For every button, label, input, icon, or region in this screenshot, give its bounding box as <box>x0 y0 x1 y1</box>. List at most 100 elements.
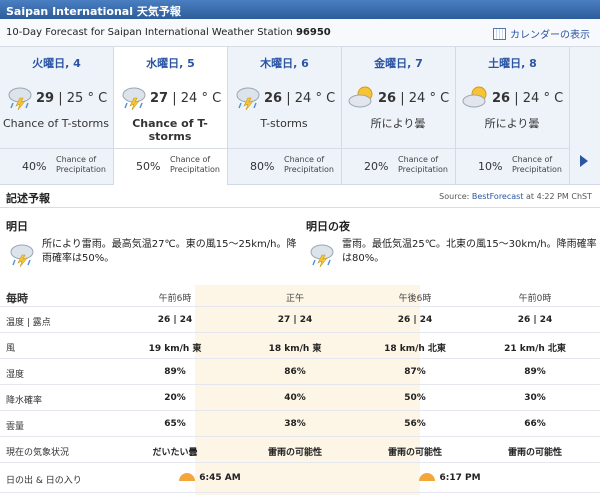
narrative-day-text: 所により雷雨。最高気温27℃。東の風15〜25km/h。降雨確率は50%。 <box>42 239 297 264</box>
day-name: 金曜日, 7 <box>374 57 423 70</box>
narrative-day-title: 明日 <box>6 220 28 233</box>
narrative-header: 記述予報 Source: BestForecast at 4:22 PM ChS… <box>0 185 600 208</box>
table-cell: 27 | 24 <box>277 315 313 325</box>
calendar-link[interactable]: カレンダーの表示 <box>493 26 590 41</box>
table-cell: 30% <box>524 393 546 403</box>
day-name: 土曜日, 8 <box>488 57 537 70</box>
table-cell: 50% <box>404 393 426 403</box>
next-days-arrow-icon[interactable] <box>580 155 588 167</box>
day-condition: Chance of T-storms <box>132 117 208 143</box>
narrative-night-title: 明日の夜 <box>306 220 350 233</box>
divider <box>342 148 455 149</box>
subtitle-text: 10-Day Forecast for Saipan International… <box>6 27 293 38</box>
sunset-value: 6:17 PM <box>390 473 510 483</box>
source-link[interactable]: BestForecast <box>472 192 524 201</box>
precip-percent: 10% <box>478 160 503 173</box>
table-cell: 65% <box>164 419 186 429</box>
table-row: 現在の気象状況 だいたい曇 雷雨の可能性 雷雨の可能性 雷雨の可能性 <box>0 437 600 463</box>
table-cell: 19 km/h 東 <box>148 344 202 354</box>
hourly-header-row: 毎時 午前6時 正午 午後6時 午前0時 <box>0 285 600 307</box>
table-cell: 雷雨の可能性 <box>387 448 442 458</box>
day-tab-2[interactable]: 木曜日, 6 26 | 24 ° C T-storms 80% Chance o… <box>228 47 342 185</box>
day-condition: T-storms <box>260 117 308 130</box>
day-temps: 26 | 24 ° C <box>264 91 336 106</box>
thunderstorm-icon <box>310 244 334 268</box>
time-label: 午前0時 <box>518 294 552 304</box>
table-row: 温度 | 露点 26 | 24 27 | 24 26 | 24 26 | 24 <box>0 307 600 333</box>
day-tab-0[interactable]: 火曜日, 4 29 | 25 ° C Chance of T-storms 40… <box>0 47 114 185</box>
divider <box>228 148 341 149</box>
day-tab-1[interactable]: 水曜日, 5 27 | 24 ° C Chance of T-storms 50… <box>114 47 228 185</box>
narrative-heading: 記述予報 <box>6 192 50 205</box>
day-name: 木曜日, 6 <box>260 57 309 70</box>
calendar-icon <box>493 28 506 40</box>
row-label: 温度 | 露点 <box>6 318 51 328</box>
divider <box>114 148 227 149</box>
partly-cloudy-icon <box>348 86 373 108</box>
table-cell: 21 km/h 北東 <box>504 344 566 354</box>
hourly-heading: 毎時 <box>6 292 28 305</box>
calendar-label: カレンダーの表示 <box>510 30 590 41</box>
precip-label: Chance of Precipitation <box>284 155 335 174</box>
table-cell: 18 km/h 東 <box>268 344 322 354</box>
row-label: 降水確率 <box>6 396 43 406</box>
row-label: 雲量 <box>6 422 25 432</box>
table-cell: 87% <box>404 367 426 377</box>
time-label: 午前6時 <box>158 294 192 304</box>
day-tab-3[interactable]: 金曜日, 7 26 | 24 ° C 所により曇 20% Chance of Pr… <box>342 47 456 185</box>
day-condition: 所により曇 <box>484 117 540 130</box>
table-cell: 20% <box>164 393 186 403</box>
forecast-subheader: 10-Day Forecast for Saipan International… <box>0 19 600 47</box>
day-temps: 29 | 25 ° C <box>36 91 108 106</box>
sunrise-value: 6:45 AM <box>150 473 270 483</box>
day-name: 火曜日, 4 <box>32 57 81 70</box>
divider <box>0 148 113 149</box>
day-name: 水曜日, 5 <box>146 57 195 70</box>
station-id: 96950 <box>295 27 331 38</box>
table-cell: 38% <box>284 419 306 429</box>
table-cell: 40% <box>284 393 306 403</box>
table-cell: 89% <box>164 367 186 377</box>
thunderstorm-icon <box>10 244 34 268</box>
precip-percent: 40% <box>22 160 47 173</box>
day-temps: 27 | 24 ° C <box>150 91 222 106</box>
table-cell: だいたい曇 <box>152 448 198 458</box>
table-row: 雲量 65% 38% 56% 66% <box>0 411 600 437</box>
day-temps: 26 | 24 ° C <box>378 91 450 106</box>
precip-percent: 50% <box>136 160 161 173</box>
table-cell: 89% <box>524 367 546 377</box>
sun-row: 日の出 & 日の入り 6:45 AM 6:17 PM <box>0 463 600 493</box>
time-label: 正午 <box>285 294 304 304</box>
table-cell: 18 km/h 北東 <box>384 344 446 354</box>
page-title: Saipan International 天気予報 <box>0 0 600 19</box>
precip-label: Chance of Precipitation <box>512 155 563 174</box>
hourly-table: 毎時 午前6時 正午 午後6時 午前0時 温度 | 露点 26 | 24 27 … <box>0 285 600 503</box>
table-cell: 86% <box>284 367 306 377</box>
thunderstorm-icon <box>8 87 32 111</box>
narrative-day: 明日 所により雷雨。最高気温27℃。東の風15〜25km/h。降雨確率は50%。 <box>6 218 296 268</box>
precip-label: Chance of Precipitation <box>170 155 221 174</box>
table-cell: 雷雨の可能性 <box>267 448 322 458</box>
table-row: 風 19 km/h 東 18 km/h 東 18 km/h 北東 21 km/h… <box>0 333 600 359</box>
partly-cloudy-icon <box>462 86 487 108</box>
narrative-night: 明日の夜 雷雨。最低気温25℃。北東の風15〜30km/h。降雨確率は80%。 <box>306 218 597 268</box>
day-condition: Chance of T-storms <box>2 117 109 130</box>
day-condition: 所により曇 <box>370 117 426 130</box>
narrative-night-text: 雷雨。最低気温25℃。北東の風15〜30km/h。降雨確率は80%。 <box>342 239 597 264</box>
precip-label: Chance of Precipitation <box>56 155 107 174</box>
precip-label: Chance of Precipitation <box>398 155 449 174</box>
table-cell: 26 | 24 <box>517 315 553 325</box>
table-row: 降水確率 20% 40% 50% 30% <box>0 385 600 411</box>
thunderstorm-icon <box>122 87 146 111</box>
precip-percent: 80% <box>250 160 275 173</box>
day-temps: 26 | 24 ° C <box>492 91 564 106</box>
divider <box>456 148 569 149</box>
row-label: 現在の気象状況 <box>6 448 70 458</box>
row-label: 湿度 <box>6 370 25 380</box>
forecast-source: Source: BestForecast at 4:22 PM ChST <box>439 192 592 201</box>
sunset-icon <box>419 473 436 481</box>
row-label: 風 <box>6 344 16 354</box>
day-tab-4[interactable]: 土曜日, 8 26 | 24 ° C 所により曇 10% Chance of Pr… <box>456 47 570 185</box>
table-row: 湿度 89% 86% 87% 89% <box>0 359 600 385</box>
time-label: 午後6時 <box>398 294 432 304</box>
